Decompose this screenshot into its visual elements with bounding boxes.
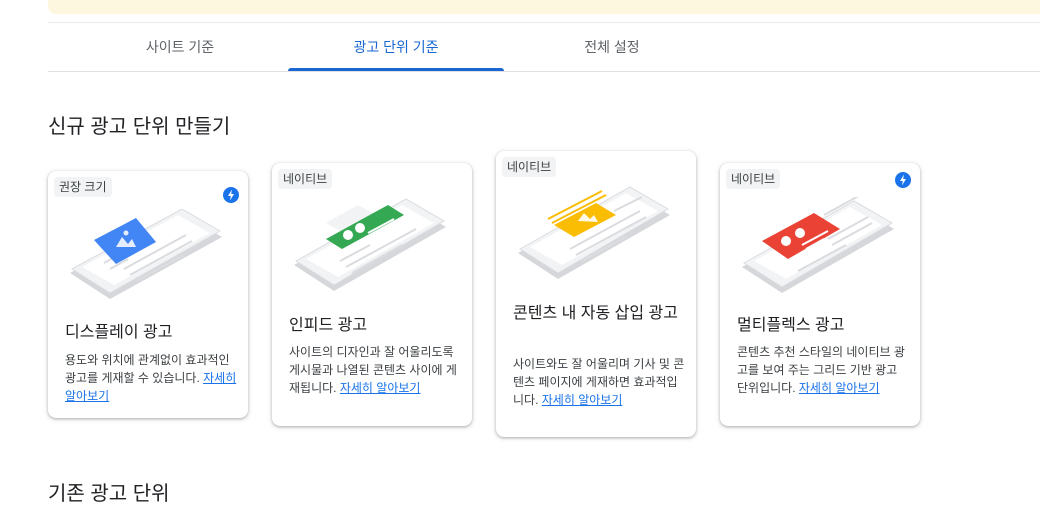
card-description: 콘텐츠 추천 스타일의 네이티브 광고를 보여 주는 그리드 기반 광고 단위입… bbox=[737, 343, 909, 397]
notice-banner bbox=[48, 0, 1040, 14]
card-badge: 권장 크기 bbox=[54, 177, 112, 197]
tab-bar: 사이트 기준 광고 단위 기준 전체 설정 bbox=[48, 23, 1040, 72]
display-ad-illustration bbox=[70, 209, 222, 299]
lightning-bolt-icon bbox=[223, 187, 239, 203]
inarticle-ad-illustration bbox=[518, 186, 670, 279]
learn-more-link[interactable]: 자세히 알아보기 bbox=[799, 381, 880, 395]
card-display-ad[interactable]: 권장 크기 디스플레이 광고 용도와 위치에 관계없이 효과적인 광고를 게재할… bbox=[48, 171, 248, 418]
infeed-ad-illustration bbox=[294, 198, 446, 291]
card-title: 멀티플렉스 광고 bbox=[737, 317, 845, 334]
card-title: 인피드 광고 bbox=[289, 317, 368, 334]
card-infeed-ad[interactable]: 네이티브 인피드 광고 사이트의 디자인과 잘 어울리도록 게시물과 나열된 콘… bbox=[272, 163, 472, 426]
card-description: 사이트와도 잘 어울리며 기사 및 콘텐츠 페이지에 게재하면 효과적입니다. … bbox=[513, 355, 685, 409]
learn-more-link[interactable]: 자세히 알아보기 bbox=[542, 393, 623, 407]
tab-overall-settings[interactable]: 전체 설정 bbox=[504, 23, 720, 71]
lightning-bolt-icon bbox=[895, 172, 911, 188]
card-badge: 네이티브 bbox=[278, 169, 333, 189]
learn-more-link[interactable]: 자세히 알아보기 bbox=[340, 381, 421, 395]
card-title: 콘텐츠 내 자동 삽입 광고 bbox=[513, 305, 678, 322]
active-tab-indicator bbox=[288, 68, 504, 71]
card-inarticle-ad[interactable]: 네이티브 콘텐츠 내 자동 삽입 광고 사이트와도 잘 어울리며 기사 및 콘텐… bbox=[496, 151, 696, 437]
tab-site[interactable]: 사이트 기준 bbox=[64, 23, 296, 71]
card-description: 용도와 위치에 관계없이 효과적인 광고를 게재할 수 있습니다. 자세히 알아… bbox=[65, 351, 237, 405]
card-badge: 네이티브 bbox=[726, 169, 781, 189]
section-title-create: 신규 광고 단위 만들기 bbox=[48, 116, 231, 138]
card-badge: 네이티브 bbox=[502, 157, 557, 177]
multiplex-ad-illustration bbox=[742, 197, 894, 293]
section-title-existing: 기존 광고 단위 bbox=[48, 483, 170, 505]
tab-ad-unit[interactable]: 광고 단위 기준 bbox=[288, 23, 504, 71]
card-multiplex-ad[interactable]: 네이티브 멀티플렉스 광고 콘텐츠 추천 스타일의 네이티브 광고를 보여 주는… bbox=[720, 163, 920, 426]
card-description: 사이트의 디자인과 잘 어울리도록 게시물과 나열된 콘텐츠 사이에 게재됩니다… bbox=[289, 343, 461, 397]
card-title: 디스플레이 광고 bbox=[65, 324, 173, 341]
